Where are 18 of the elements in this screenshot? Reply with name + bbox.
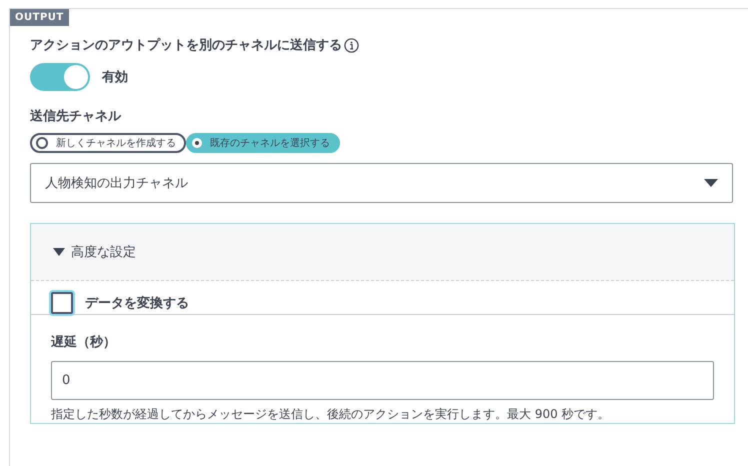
section-tag: OUTPUT <box>10 9 69 26</box>
checkbox[interactable] <box>51 292 73 314</box>
radio-option[interactable]: 新しくチャネルを作成する <box>30 133 186 153</box>
field-label: アクションのアウトプットを別のチャネルに送信する <box>30 36 342 54</box>
channel-select[interactable]: 人物検知の出力チャネル <box>30 163 733 203</box>
toggle-label: 有効 <box>102 69 128 86</box>
dropdown-caret-icon <box>704 179 718 187</box>
info-icon[interactable] <box>344 38 359 52</box>
section-title: 高度な設定 <box>71 244 136 261</box>
help-text: 指定した秒数が経過してからメッセージを送信し、後続のアクションを実行します。最大 900 秒です。 <box>51 406 610 423</box>
input-field[interactable]: 0 <box>51 361 714 400</box>
radio-option[interactable]: 既存のチャネルを選択する <box>186 133 340 153</box>
field-label: 遅延（秒） <box>51 334 116 351</box>
advanced-header[interactable]: 高度な設定 <box>31 224 734 281</box>
caret-icon <box>53 248 65 256</box>
toggle-switch[interactable] <box>30 63 90 91</box>
field-label: 送信先チャネル <box>30 108 121 125</box>
checkbox-label: データを変換する <box>85 294 189 312</box>
